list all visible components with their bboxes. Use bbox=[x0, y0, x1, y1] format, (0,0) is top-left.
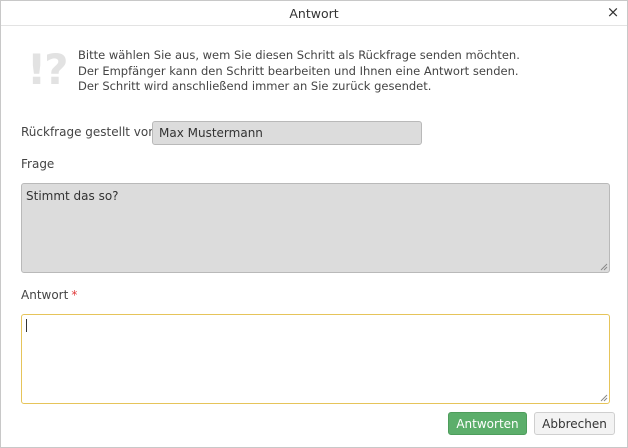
info-line: Bitte wählen Sie aus, wem Sie diesen Sch… bbox=[78, 48, 520, 62]
answer-button[interactable]: Antworten bbox=[448, 412, 527, 435]
answer-textarea[interactable] bbox=[21, 314, 610, 404]
question-field: Stimmt das so? bbox=[21, 183, 610, 273]
question-label: Frage bbox=[21, 157, 55, 171]
info-text: Bitte wählen Sie aus, wem Sie diesen Sch… bbox=[78, 48, 608, 95]
close-icon[interactable]: × bbox=[605, 4, 621, 20]
exclamation-question-icon: !? bbox=[27, 45, 69, 94]
required-mark: * bbox=[71, 288, 78, 302]
answer-label-text: Antwort bbox=[21, 288, 69, 302]
text-caret bbox=[26, 319, 27, 332]
resize-grip-icon[interactable] bbox=[600, 263, 608, 271]
resize-grip-icon[interactable] bbox=[600, 394, 608, 402]
dialog-titlebar: Antwort × bbox=[1, 1, 627, 26]
dialog-title: Antwort bbox=[289, 6, 339, 21]
from-field: Max Mustermann bbox=[152, 121, 422, 145]
cancel-button[interactable]: Abbrechen bbox=[534, 412, 615, 435]
info-line: Der Schritt wird anschließend immer an S… bbox=[78, 79, 432, 93]
answer-dialog: Antwort × !? Bitte wählen Sie aus, wem S… bbox=[0, 0, 628, 448]
info-line: Der Empfänger kann den Schritt bearbeite… bbox=[78, 63, 519, 78]
answer-label: Antwort * bbox=[21, 288, 77, 302]
from-label: Rückfrage gestellt von bbox=[21, 125, 156, 139]
